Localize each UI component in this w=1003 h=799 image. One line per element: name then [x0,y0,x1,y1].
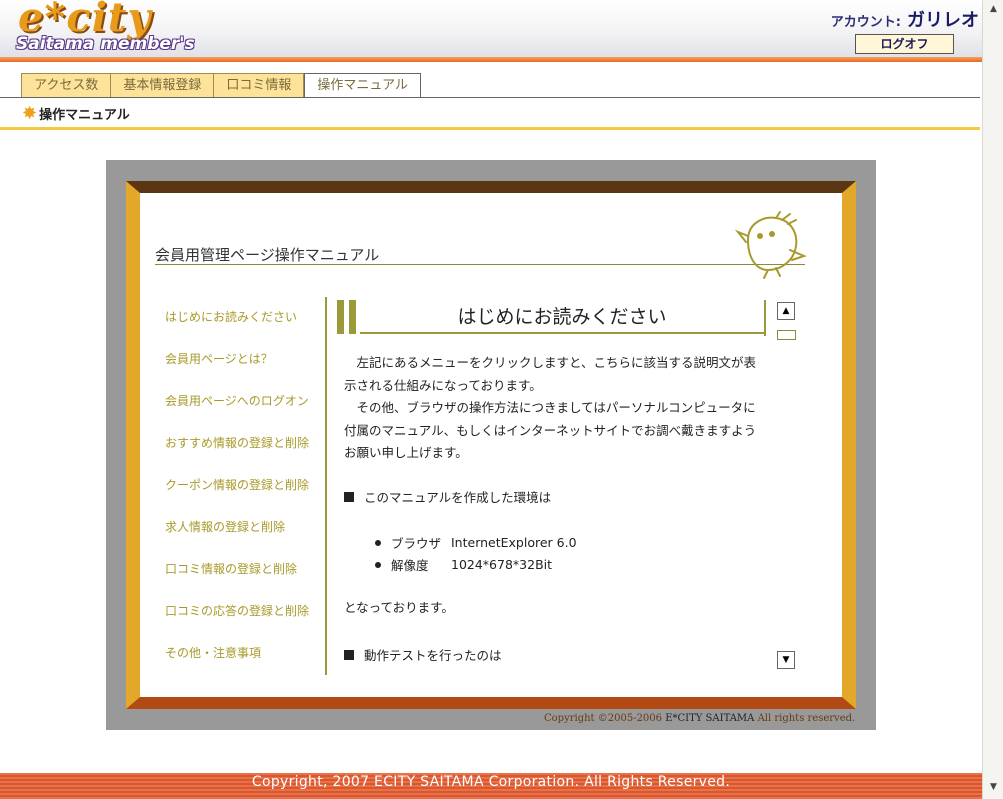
side-divider [325,297,327,675]
manual-copyright-prefix: Copyright ©2005-2006 [544,713,666,724]
menu-item-recommend[interactable]: おすすめ情報の登録と削除 [165,434,325,476]
intro-paragraph: 左記にあるメニューをクリックしますと、こちらに該当する説明文が表示される仕組みに… [344,355,757,460]
page-title: ✸ 操作マニュアル [22,104,130,123]
logoff-button[interactable]: ログオフ [855,34,954,54]
menu-item-logon[interactable]: 会員用ページへのログオン [165,392,325,434]
account-label: アカウント: [830,15,901,30]
section-heading-cap [764,300,766,336]
test-heading-text: 動作テストを行ったのは [364,648,502,663]
logo-sub-text: Saitama member's [16,34,195,54]
menu-item-read-first[interactable]: はじめにお読みください [165,308,325,350]
env-item-key: ブラウザ [391,536,442,551]
tab-access-count[interactable]: アクセス数 [21,73,112,97]
env-item-resolution: 解像度 1024*678*32Bit [375,555,552,574]
manual-copyright-company: E*CITY SAITAMA [665,713,755,724]
section-heading: はじめにお読みください [360,300,764,334]
manual-side-menu: はじめにお読みください 会員用ページとは？ 会員用ページへのログオン おすすめ情… [165,308,325,686]
env-heading-text: このマニュアルを作成した環境は [364,490,552,505]
heading-bars-icon [337,300,357,334]
square-bullet-icon [344,491,354,502]
test-heading: 動作テストを行ったのは [344,645,502,664]
tab-manual[interactable]: 操作マニュアル [304,73,422,98]
tab-basic-info[interactable]: 基本情報登録 [111,73,215,97]
dot-bullet-icon [375,561,381,568]
scroll-up-button[interactable]: ▲ [777,302,795,320]
manual-copyright-suffix: All rights reserved. [754,713,856,724]
main-tabs: アクセス数 基本情報登録 口コミ情報 操作マニュアル [21,73,422,98]
manual-title-rule [155,264,805,265]
title-divider [0,127,980,130]
page-title-text: 操作マニュアル [39,108,130,123]
manual-copyright: Copyright ©2005-2006 E*CITY SAITAMA All … [544,713,855,724]
menu-item-review-replies[interactable]: 口コミの応答の登録と削除 [165,602,325,644]
env-item-key: 解像度 [391,558,429,573]
footer-copyright: Copyright, 2007 ECITY SAITAMA Corporatio… [251,774,731,790]
tab-reviews[interactable]: 口コミ情報 [214,73,305,97]
manual-title: 会員用管理ページ操作マニュアル [155,246,380,264]
menu-item-coupon[interactable]: クーポン情報の登録と削除 [165,476,325,518]
account-name: ガリレオ [907,10,979,31]
env-closing: となっております。 [344,600,454,615]
menu-item-reviews[interactable]: 口コミ情報の登録と削除 [165,560,325,602]
scroll-thumb[interactable] [777,330,796,340]
env-heading: このマニュアルを作成した環境は [344,487,551,506]
tab-underline [0,97,980,98]
scrollbar-up-arrow-icon[interactable]: ▲ [986,2,1001,17]
square-bullet-icon [344,649,354,660]
menu-item-job[interactable]: 求人情報の登録と削除 [165,518,325,560]
dot-bullet-icon [375,539,381,546]
menu-item-about-members-page[interactable]: 会員用ページとは？ [165,350,325,392]
env-item-value: 1024*678*32Bit [451,557,553,572]
account-info: アカウント: ガリレオ [831,6,979,32]
scroll-down-button[interactable]: ▼ [777,651,795,669]
env-item-value: InternetExplorer 6.0 [451,535,577,550]
env-item-browser: ブラウザ InternetExplorer 6.0 [375,533,577,552]
menu-item-notes[interactable]: その他・注意事項 [165,644,325,686]
star-icon: ✸ [22,102,38,124]
bird-mascot-icon [734,211,807,279]
window-scrollbar[interactable]: ▲ ▼ [982,0,1003,799]
ecity-logo: e*city Saitama member's [14,0,234,58]
scrollbar-down-arrow-icon[interactable]: ▼ [986,780,1001,795]
